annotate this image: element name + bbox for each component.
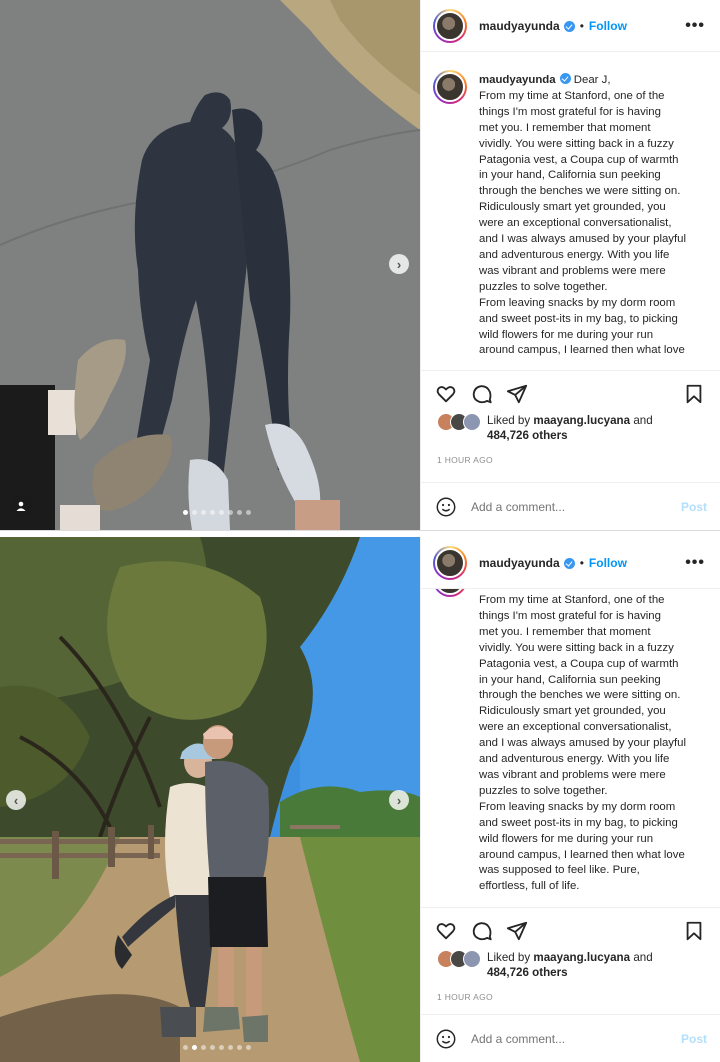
comment-icon[interactable] [471, 920, 493, 942]
chevron-right-icon: › [396, 256, 402, 272]
heart-icon[interactable] [435, 383, 457, 405]
caption-username[interactable]: maudyayunda [479, 74, 556, 86]
username-link[interactable]: maudyayunda [479, 19, 560, 33]
post-2: ‹ › maudyayunda • Follow ••• From my tim… [0, 537, 720, 1062]
carousel-dots [183, 1045, 251, 1050]
caption-text: maudyayunda Dear J, From my time at Stan… [479, 72, 707, 359]
carousel-dots [183, 510, 251, 515]
post-timestamp[interactable]: 1 HOUR AGO [421, 455, 720, 465]
chevron-left-icon: ‹ [13, 792, 19, 808]
shadow-photo [0, 0, 420, 530]
post-1: › maudyayunda • Follow ••• maudyayunda D… [0, 0, 720, 530]
liked-by-user-link[interactable]: maayang.lucyana [533, 951, 630, 964]
post-actions: Liked by maayang.lucyana and 484,726 oth… [421, 370, 720, 465]
caption-body: From my time at Stanford, one of the thi… [479, 89, 687, 357]
follow-button[interactable]: Follow [589, 19, 627, 33]
post-comment-button[interactable]: Post [681, 1032, 707, 1046]
share-icon[interactable] [506, 383, 528, 405]
comment-input[interactable] [471, 1031, 681, 1046]
post-header: maudyayunda • Follow ••• [421, 0, 720, 52]
carousel-prev-button[interactable]: ‹ [6, 790, 26, 810]
separator: • [579, 18, 584, 33]
couple-photo [0, 537, 420, 1062]
comment-icon[interactable] [471, 383, 493, 405]
post-1-photo[interactable]: › [0, 0, 420, 530]
bookmark-icon[interactable] [683, 383, 705, 405]
likes-count-link[interactable]: 484,726 others [487, 966, 568, 979]
liker-avatars[interactable] [437, 950, 483, 968]
post-divider [0, 530, 720, 537]
more-icon[interactable]: ••• [685, 554, 705, 572]
likes-text: Liked by maayang.lucyana and 484,726 oth… [487, 414, 653, 442]
carousel-next-button[interactable]: › [389, 254, 409, 274]
bookmark-icon[interactable] [683, 920, 705, 942]
username-link[interactable]: maudyayunda [479, 556, 560, 570]
caption-scroll[interactable]: maudyayunda Dear J, From my time at Stan… [421, 52, 720, 370]
comment-input[interactable] [471, 499, 681, 514]
post-timestamp[interactable]: 1 HOUR AGO [421, 992, 720, 1002]
more-icon[interactable]: ••• [685, 17, 705, 35]
avatar[interactable] [433, 545, 467, 580]
carousel-next-button[interactable]: › [389, 790, 409, 810]
verified-icon [563, 21, 575, 32]
avatar[interactable] [433, 8, 467, 43]
liker-avatars[interactable] [437, 413, 483, 431]
post-header: maudyayunda • Follow ••• [421, 537, 720, 589]
caption-greeting: Dear J, [573, 74, 611, 86]
post-1-panel: maudyayunda • Follow ••• maudyayunda Dea… [420, 0, 720, 530]
post-2-panel: maudyayunda • Follow ••• From my time at… [420, 537, 720, 1062]
user-tag-icon[interactable] [10, 495, 32, 517]
post-2-photo[interactable]: ‹ › [0, 537, 420, 1062]
post-actions: Liked by maayang.lucyana and 484,726 oth… [421, 907, 720, 1002]
separator: • [579, 555, 584, 570]
emoji-icon[interactable] [435, 496, 457, 518]
post-comment-button[interactable]: Post [681, 500, 707, 514]
chevron-right-icon: › [396, 792, 402, 808]
caption-body: From my time at Stanford, one of the thi… [479, 594, 687, 893]
comment-box: Post [421, 482, 720, 530]
share-icon[interactable] [506, 920, 528, 942]
likes-summary: Liked by maayang.lucyana and 484,726 oth… [421, 413, 720, 443]
avatar[interactable] [433, 70, 467, 104]
likes-text: Liked by maayang.lucyana and 484,726 oth… [487, 951, 653, 979]
likes-count-link[interactable]: 484,726 others [487, 429, 568, 442]
avatar[interactable] [433, 589, 467, 597]
liked-by-user-link[interactable]: maayang.lucyana [533, 414, 630, 427]
heart-icon[interactable] [435, 920, 457, 942]
follow-button[interactable]: Follow [589, 556, 627, 570]
emoji-icon[interactable] [435, 1028, 457, 1050]
verified-icon [563, 558, 575, 569]
comment-box: Post [421, 1014, 720, 1062]
verified-icon [559, 73, 571, 84]
caption-scroll[interactable]: From my time at Stanford, one of the thi… [421, 589, 720, 932]
likes-summary: Liked by maayang.lucyana and 484,726 oth… [421, 950, 720, 980]
